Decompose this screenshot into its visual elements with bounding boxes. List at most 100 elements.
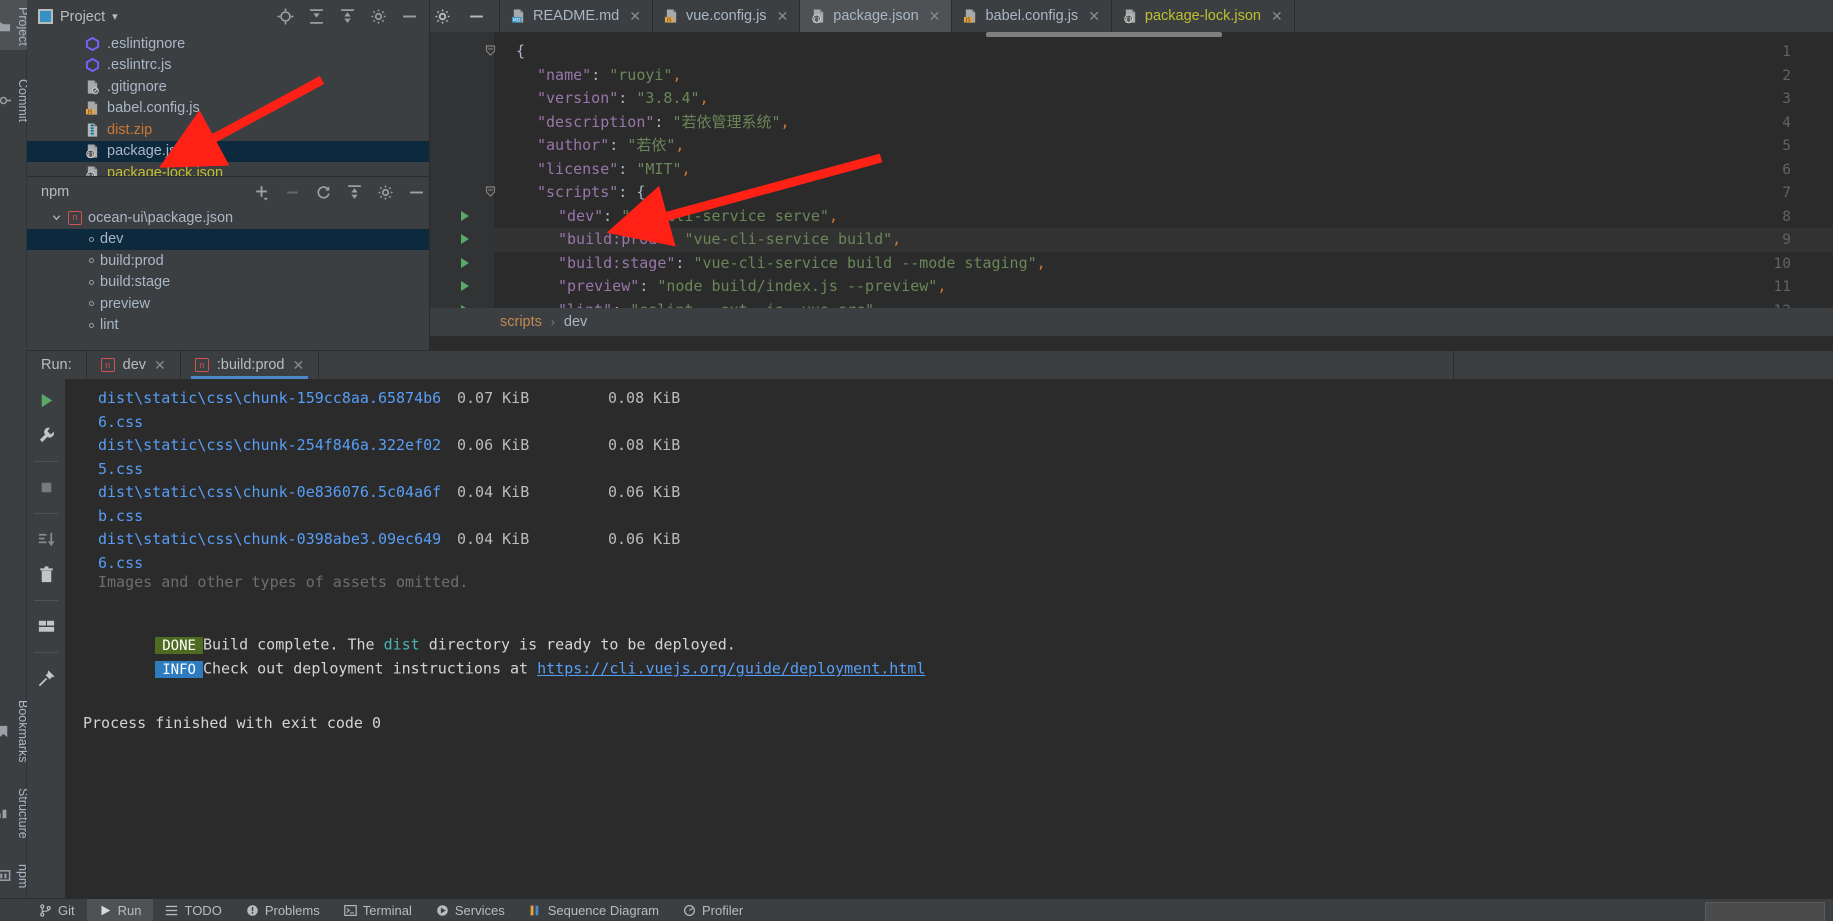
tree-item-gitignore[interactable]: .gitignore: [27, 76, 429, 98]
stop-icon[interactable]: [37, 478, 56, 497]
tree-item-eslintignore[interactable]: .eslintignore: [27, 33, 429, 55]
close-icon[interactable]: ✕: [292, 357, 304, 374]
settings-icon[interactable]: [434, 8, 451, 25]
close-icon[interactable]: ✕: [629, 8, 641, 25]
code-line[interactable]: "author": "若依",: [537, 138, 684, 153]
stripe-item-npm[interactable]: npm: [0, 857, 30, 892]
tab-vue-config-js[interactable]: JS vue.config.js ✕: [653, 0, 801, 32]
close-icon[interactable]: ✕: [1271, 8, 1283, 25]
tab-package-lock-json[interactable]: {} package-lock.json ✕: [1112, 0, 1295, 32]
tab-babel-config-js[interactable]: JS babel.config.js ✕: [952, 0, 1112, 32]
fold-marker-icon[interactable]: [485, 45, 496, 56]
code-line[interactable]: "version": "3.8.4",: [537, 91, 709, 106]
locate-icon[interactable]: [277, 8, 294, 25]
code-token: "ruoyi": [609, 65, 673, 84]
code-token: : {: [618, 183, 646, 201]
hide-icon[interactable]: [468, 8, 485, 25]
remove-icon[interactable]: [284, 184, 301, 201]
status-item-run[interactable]: Run: [86, 899, 154, 921]
project-panel-header: Project ▾: [27, 0, 429, 33]
tab-package-json[interactable]: {} package.json ✕: [800, 0, 953, 32]
wrench-icon[interactable]: [37, 426, 56, 445]
code-token: "vue-cli-service build": [684, 230, 893, 248]
rerun-icon[interactable]: [37, 391, 56, 410]
deployment-docs-link[interactable]: https://cli.vuejs.org/guide/deployment.h…: [537, 660, 925, 678]
settings-icon[interactable]: [370, 8, 387, 25]
close-icon[interactable]: ✕: [154, 357, 166, 374]
code-line[interactable]: "dev": "vue-cli-service serve",: [558, 208, 838, 224]
hide-icon[interactable]: [408, 184, 425, 201]
stripe-item-project[interactable]: Project: [0, 0, 30, 50]
npm-script-label: preview: [100, 295, 150, 312]
add-icon[interactable]: [253, 184, 270, 201]
stripe-item-structure[interactable]: Structure: [0, 781, 30, 843]
collapse-all-icon[interactable]: [346, 184, 363, 201]
code-line[interactable]: "name": "ruoyi",: [537, 65, 682, 84]
code-line[interactable]: {: [516, 44, 525, 59]
project-panel-title: Project: [60, 8, 106, 25]
collapse-all-icon[interactable]: [339, 8, 356, 25]
npm-root-node[interactable]: n ocean-ui\package.json: [27, 207, 429, 229]
run-tab-dev[interactable]: n dev ✕: [85, 351, 180, 379]
status-item-terminal[interactable]: Terminal: [332, 899, 424, 921]
breadcrumb-dev[interactable]: dev: [564, 314, 587, 330]
npm-script-dev[interactable]: dev: [27, 228, 429, 250]
status-item-profiler[interactable]: Profiler: [671, 899, 755, 921]
code-line[interactable]: "preview": "node build/index.js --previe…: [558, 279, 946, 294]
close-icon[interactable]: ✕: [777, 8, 789, 25]
stripe-item-commit[interactable]: Commit: [0, 72, 30, 126]
code-line[interactable]: "build:stage": "vue-cli-service build --…: [558, 255, 1046, 271]
run-script-gutter-icon[interactable]: [461, 281, 469, 291]
run-icon: [101, 905, 110, 915]
settings-icon[interactable]: [377, 184, 394, 201]
code-line[interactable]: "license": "MIT",: [537, 161, 691, 177]
tree-item-label: package.json: [107, 143, 193, 160]
status-item-label: Git: [58, 902, 75, 918]
breadcrumb-scripts[interactable]: scripts: [500, 314, 542, 330]
line-number: 4: [1782, 114, 1791, 131]
line-number: 1: [1782, 44, 1791, 60]
code-line[interactable]: "scripts": {: [537, 185, 645, 200]
close-icon[interactable]: ✕: [1088, 8, 1100, 25]
code-line[interactable]: "description": "若依管理系统",: [537, 114, 790, 130]
tree-item-babel-config-js[interactable]: JS babel.config.js: [27, 98, 429, 120]
tab-readme-md[interactable]: MD README.md ✕: [500, 0, 653, 32]
run-script-gutter-icon[interactable]: [461, 210, 469, 221]
status-item-sequence-diagram[interactable]: Sequence Diagram: [517, 899, 671, 921]
run-script-gutter-icon[interactable]: [461, 234, 469, 244]
fold-marker-icon[interactable]: [485, 186, 496, 197]
status-item-problems[interactable]: Problems: [234, 899, 332, 921]
status-item-services[interactable]: Services: [424, 899, 517, 921]
npm-icon: [0, 870, 11, 882]
status-item-todo[interactable]: TODO: [153, 899, 233, 921]
code-editor[interactable]: 123456789101112 {"name": "ruoyi","versio…: [430, 32, 1833, 336]
pin-icon[interactable]: [37, 669, 56, 688]
tree-item-eslintrc-js[interactable]: .eslintrc.js: [27, 55, 429, 77]
run-tab-build-prod[interactable]: n :build:prod ✕: [179, 351, 318, 379]
trash-icon[interactable]: [37, 565, 56, 584]
tree-item-package-json[interactable]: {} package.json: [27, 140, 429, 162]
code-token: "3.8.4": [636, 89, 700, 107]
hide-icon[interactable]: [401, 8, 418, 25]
stripe-item-bookmarks[interactable]: Bookmarks: [0, 693, 30, 767]
close-icon[interactable]: ✕: [929, 8, 941, 25]
npm-script-preview[interactable]: preview: [27, 293, 429, 315]
chevron-down-icon[interactable]: ▾: [112, 10, 118, 23]
npm-script-build-stage[interactable]: build:stage: [27, 272, 429, 294]
run-script-gutter-icon[interactable]: [461, 257, 469, 268]
json-file-icon: {}: [812, 9, 824, 24]
layout-icon[interactable]: [37, 617, 56, 636]
scroll-to-end-icon[interactable]: [37, 530, 56, 549]
chevron-down-icon[interactable]: [51, 212, 62, 223]
refresh-icon[interactable]: [315, 184, 332, 201]
console-asset-size: 0.04 KiB: [457, 530, 530, 548]
editor-fold-gutter[interactable]: [494, 32, 516, 336]
tree-item-dist-zip[interactable]: dist.zip: [27, 119, 429, 141]
npm-script-build-prod[interactable]: build:prod: [27, 250, 429, 272]
npm-script-lint[interactable]: lint: [27, 315, 429, 337]
editor-horizontal-scrollbar[interactable]: [986, 32, 1222, 37]
code-line[interactable]: "build:prod": "vue-cli-service build",: [558, 232, 901, 247]
expand-all-icon[interactable]: [308, 8, 325, 25]
console-output[interactable]: dist\static\css\chunk-159cc8aa.65874b6 6.…: [65, 379, 1833, 898]
status-item-git[interactable]: Git: [27, 899, 87, 921]
